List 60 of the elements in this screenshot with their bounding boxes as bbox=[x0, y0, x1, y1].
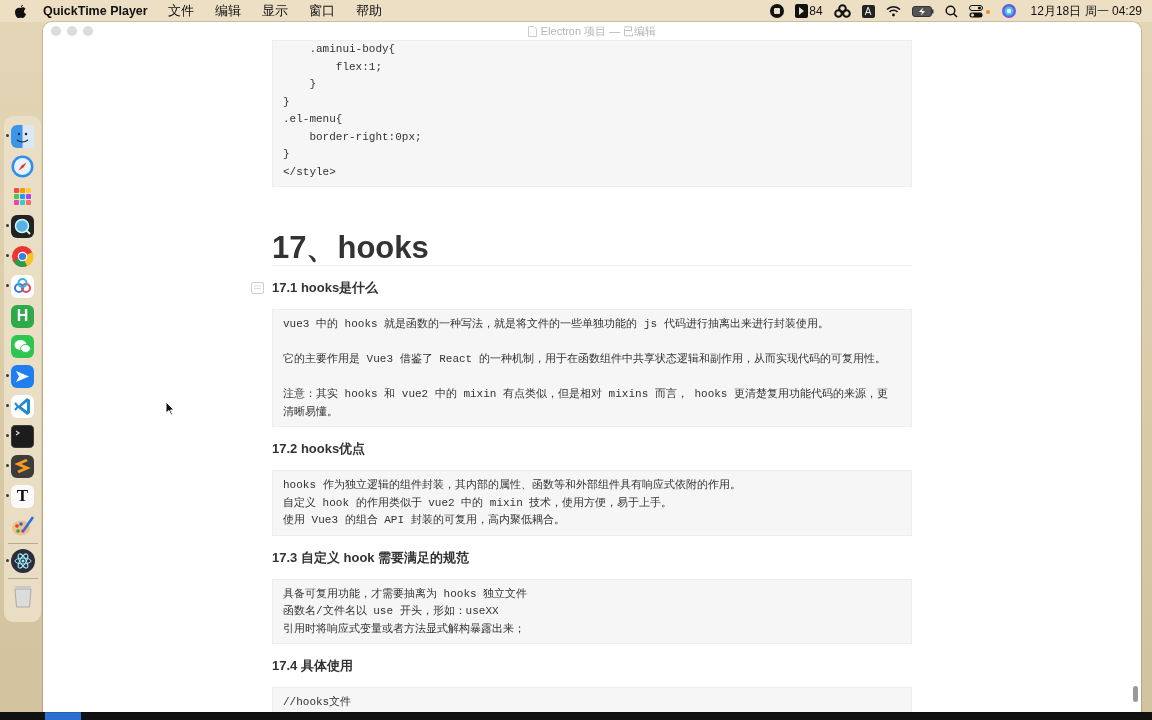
stop-record-icon[interactable] bbox=[770, 4, 785, 18]
scrollbar-thumb[interactable] bbox=[1133, 686, 1138, 702]
section-heading: 17、hooks bbox=[272, 231, 912, 266]
atom-icon[interactable] bbox=[10, 549, 35, 573]
menu-item[interactable]: 文件 bbox=[167, 2, 194, 20]
subsection-heading: 17.1 hooks是什么 bbox=[272, 280, 380, 296]
bookmark-app-icon[interactable] bbox=[795, 4, 809, 18]
menu-bar-clock[interactable]: 12月18日 周一 04:29 bbox=[1030, 2, 1142, 20]
code-line: 自定义 hook 的作用类似于 vue2 中的 mixin 技术，使用方便，易于上手。 bbox=[283, 495, 674, 511]
code-editor-icon[interactable] bbox=[11, 394, 34, 418]
subsection-heading: 17.2 hooks优点 bbox=[272, 441, 367, 457]
badge-count: 84 bbox=[809, 4, 823, 18]
code-line: 具备可复用功能，才需要抽离为 hooks 独立文件 bbox=[283, 586, 529, 602]
paint-palette-icon[interactable] bbox=[10, 514, 35, 538]
zigzag-icon[interactable] bbox=[11, 454, 34, 478]
wifi-icon[interactable] bbox=[885, 5, 901, 17]
app-icon[interactable]: T bbox=[11, 484, 34, 508]
terminal-icon[interactable] bbox=[11, 424, 34, 448]
window-edge bbox=[45, 712, 81, 720]
input-method[interactable]: A bbox=[861, 4, 875, 18]
code-line: vue3 中的 hooks 就是函数的一种写法，就是将文件的一些单独功能的 js 代码进行抽离出来进行封装使用。 bbox=[283, 317, 830, 332]
code-line: } bbox=[308, 77, 317, 92]
code-line: border-right:0px; bbox=[308, 129, 423, 145]
control-center-icon[interactable] bbox=[968, 4, 991, 18]
battery-charging-icon[interactable] bbox=[911, 5, 934, 17]
code-line: 注意：其实 hooks 和 vue2 中的 mixin 有点类似，但是相对 mixins 而言， hooks 更清楚复用功能代码的来源，更 bbox=[283, 387, 890, 402]
search-icon[interactable] bbox=[944, 4, 958, 18]
subsection-heading: 17.3 自定义 hook 需要满足的规范 bbox=[272, 549, 471, 566]
apple-icon[interactable] bbox=[14, 3, 27, 19]
code-line: } bbox=[283, 94, 291, 110]
code-line: } bbox=[283, 147, 291, 162]
menu-item[interactable]: 编辑 bbox=[214, 2, 241, 20]
menu-item[interactable]: 窗口 bbox=[308, 2, 335, 20]
magnifier-icon[interactable] bbox=[11, 214, 34, 238]
code-line: </style> bbox=[283, 164, 337, 180]
compass-icon[interactable] bbox=[11, 154, 34, 178]
code-line: 函数名/文件名以 use 开头，形如：useXX bbox=[283, 604, 500, 619]
smiley-face-icon[interactable] bbox=[11, 124, 34, 148]
code-line: hooks 作为独立逻辑的组件封装，其内部的属性、函数等和外部组件具有响应式依附的作用。 bbox=[283, 478, 742, 493]
subsection-heading: 17.4 具体使用 bbox=[272, 658, 354, 674]
code-line: .el-menu{ bbox=[283, 112, 344, 127]
cloud-icon[interactable] bbox=[11, 274, 34, 298]
code-line: //hooks文件 bbox=[283, 695, 353, 710]
block-handle-icon[interactable] bbox=[251, 282, 264, 294]
code-line: .aminui-body{ bbox=[308, 42, 397, 57]
browser-circle-icon[interactable] bbox=[11, 244, 34, 268]
code-line: 引用时将响应式变量或者方法显式解构暴露出来； bbox=[283, 621, 526, 637]
code-line: 使用 Vue3 的组合 API 封装的可复用，高内聚低耦合。 bbox=[283, 513, 566, 528]
window-title: Electron 项目 — 已编辑 bbox=[540, 24, 657, 39]
mouse-pointer-icon bbox=[165, 401, 175, 416]
app-menu[interactable]: QuickTime Player bbox=[43, 4, 148, 18]
paper-plane-icon[interactable] bbox=[11, 364, 34, 388]
code-line: 清晰易懂。 bbox=[283, 404, 339, 420]
code-line: flex:1; bbox=[334, 59, 384, 75]
code-line: 它的主要作用是 Vue3 借鉴了 React 的一种机制，用于在函数组件中共享状态逻辑和副作用，从而实现代码的可复用性。 bbox=[283, 352, 887, 367]
linked-rings-icon[interactable] bbox=[833, 4, 851, 18]
document-icon bbox=[527, 26, 537, 37]
menu-item[interactable]: 显示 bbox=[261, 2, 288, 20]
siri-icon[interactable] bbox=[1001, 4, 1016, 18]
menu-item[interactable]: 帮助 bbox=[355, 2, 382, 20]
